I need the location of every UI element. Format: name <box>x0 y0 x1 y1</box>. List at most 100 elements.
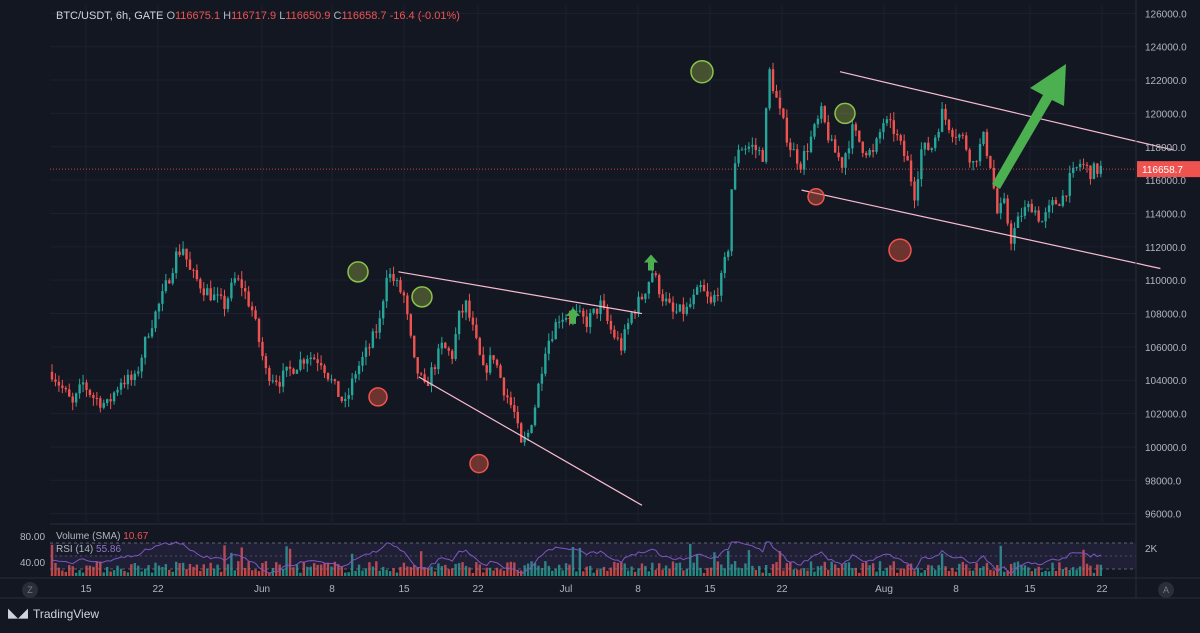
candle-body <box>161 291 164 304</box>
volume-bar <box>502 570 506 576</box>
candle-body <box>809 136 813 152</box>
volume-bar <box>78 570 81 576</box>
candle-body <box>668 298 671 303</box>
candle-body <box>861 141 864 153</box>
candle-body <box>147 336 150 338</box>
volume-bar <box>185 569 188 576</box>
x-tick-label: Aug <box>875 584 893 595</box>
candle-body <box>444 342 447 349</box>
candle-body <box>695 287 699 295</box>
candle-body <box>302 359 306 364</box>
volume-bar <box>257 571 261 576</box>
y-tick-label: 104000.0 <box>1145 376 1187 387</box>
candle-body <box>392 273 395 282</box>
y-tick-label: 114000.0 <box>1145 209 1186 220</box>
candle-body <box>350 378 354 396</box>
candle-body <box>647 282 651 294</box>
volume-bar <box>81 572 85 576</box>
candle-body <box>1054 200 1058 205</box>
candle-body <box>254 310 257 319</box>
candle-body <box>447 348 450 351</box>
candle-body <box>54 379 57 382</box>
candle-body <box>958 134 961 138</box>
candle-body <box>626 323 630 330</box>
candle-body <box>488 355 492 373</box>
volume-bar <box>168 569 171 576</box>
candle-body <box>1030 203 1033 213</box>
candle-body <box>544 353 547 374</box>
candle-body <box>133 373 136 380</box>
candle-body <box>920 149 923 180</box>
x-tick-label: 15 <box>80 584 92 595</box>
candle-body <box>143 337 147 358</box>
candle-body <box>827 122 830 141</box>
candle-body <box>675 311 678 313</box>
candle-body <box>126 374 130 385</box>
candle-body <box>140 357 143 372</box>
candle-body <box>285 366 288 371</box>
candle-body <box>1068 173 1071 196</box>
volume-bar <box>143 568 147 576</box>
zoom-button[interactable]: Z <box>22 582 38 598</box>
candle-body <box>85 382 88 390</box>
candle-body <box>1075 167 1078 169</box>
high-value: 116717.9 <box>231 10 277 22</box>
volume-bar <box>633 571 637 576</box>
candle-body <box>268 368 271 382</box>
candle-body <box>78 384 81 394</box>
candle-body <box>644 293 647 300</box>
volume-bar <box>433 571 437 576</box>
candle-body <box>1082 163 1085 165</box>
volume-bar <box>595 569 599 576</box>
candle-body <box>437 348 440 370</box>
swing-low-marker <box>807 188 825 206</box>
candle-body <box>713 294 716 303</box>
candle-body <box>61 385 64 388</box>
candle-body <box>247 291 250 307</box>
low-value: 116650.9 <box>285 10 331 22</box>
candle-body <box>250 306 254 311</box>
chart-canvas[interactable]: 116658.7 96000.0 98000.0 100000.0 102000.0 1… <box>0 0 1200 628</box>
candle-body <box>109 399 112 402</box>
candle-body <box>99 398 102 408</box>
volume-bar <box>112 570 116 576</box>
volume-bar <box>792 569 795 576</box>
change-value: -16.4 (-0.01%) <box>389 10 460 22</box>
volume-bar <box>551 570 554 576</box>
volume-bar <box>61 570 64 576</box>
y-tick-label: 98000.0 <box>1145 476 1182 487</box>
candle-body <box>371 331 375 348</box>
candle-body <box>1085 164 1089 166</box>
candle-body <box>119 382 123 390</box>
candle-body <box>1034 210 1037 213</box>
candle-body <box>751 144 754 147</box>
candle-body <box>306 359 309 364</box>
candle-body <box>68 389 71 397</box>
volume-bar <box>554 568 557 576</box>
candle-body <box>885 119 889 124</box>
candle-body <box>854 124 858 131</box>
volume-bar <box>647 571 651 576</box>
candle-body <box>927 142 930 150</box>
price-chart[interactable]: 116658.7 96000.0 98000.0 100000.0 102000.0 1… <box>0 0 1200 628</box>
candle-body <box>451 350 454 359</box>
candle-body <box>934 137 937 149</box>
volume-bar <box>171 571 174 576</box>
volume-bar <box>802 568 806 576</box>
volume-bar <box>254 569 257 576</box>
auto-scale-button[interactable]: A <box>1158 582 1174 598</box>
candle-body <box>940 108 944 132</box>
candle-body <box>689 304 692 307</box>
candle-body <box>95 397 99 399</box>
volume-bar <box>968 570 971 576</box>
candle-body <box>1061 195 1065 206</box>
candle-body <box>106 399 109 404</box>
candle-body <box>589 312 592 327</box>
candle-body <box>758 150 761 152</box>
volume-bar <box>923 570 927 576</box>
volume-bar <box>1047 571 1051 576</box>
candle-body <box>316 359 319 364</box>
candle-body <box>733 163 737 190</box>
symbol-label: BTC/USDT, 6h, GATE <box>56 10 164 22</box>
volume-bar <box>64 571 67 576</box>
